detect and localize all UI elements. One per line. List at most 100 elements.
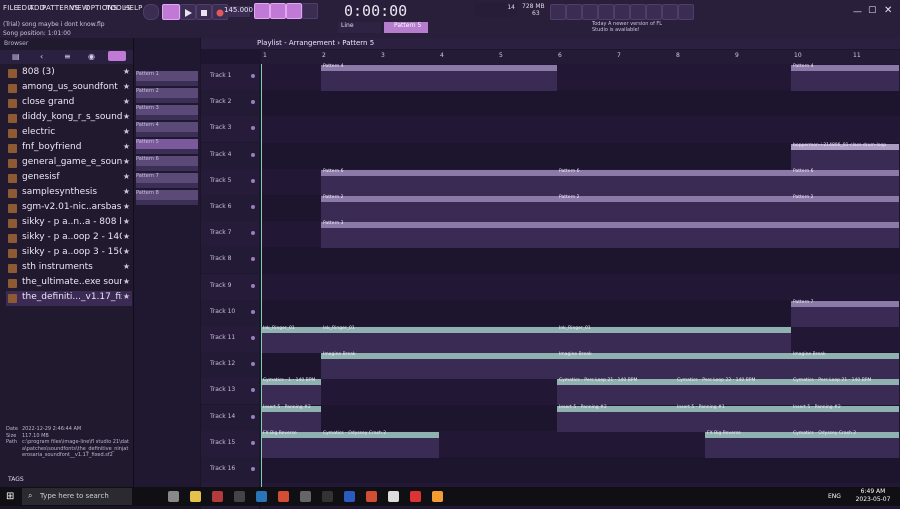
pattern-item[interactable]: Pattern 7 (136, 173, 198, 188)
track-header[interactable]: Track 4 (201, 142, 259, 169)
settings-icon[interactable] (646, 4, 662, 20)
audio-clip[interactable]: FX Big Reverse (261, 431, 321, 458)
pattern-clip[interactable]: Pattern 2 (557, 195, 791, 222)
arrangement-area[interactable]: Pattern 4 Pattern 4 boppermon-i-214806_01-… (261, 64, 900, 509)
fl-studio-icon[interactable] (432, 491, 443, 502)
step-edit-icon[interactable] (270, 3, 286, 19)
tags-label[interactable]: TAGS (8, 476, 24, 483)
automation-clip[interactable]: Insert 5 - Panning #2 (557, 405, 675, 432)
snap-select[interactable]: Line (338, 22, 381, 33)
chrome-icon[interactable] (278, 491, 289, 502)
pattern-clip[interactable]: Pattern 3 (321, 221, 899, 249)
automation-clip[interactable]: Insert 5 - Panning #2 (261, 405, 321, 432)
star-icon[interactable]: ★ (123, 82, 130, 91)
track-header[interactable]: Track 12 (201, 352, 259, 379)
browser-item[interactable]: sikky - p a..oop 2 - 140 bpm★ (6, 231, 132, 246)
audio-clip[interactable]: FX Big Reverse (705, 431, 791, 458)
obs-icon[interactable] (234, 491, 245, 502)
star-icon[interactable]: ★ (123, 247, 130, 256)
audio-clip[interactable]: Cymatics - Perc Loop 21 - 140 BPM (791, 378, 899, 406)
track-header[interactable]: Track 7 (201, 221, 259, 248)
search-icon[interactable]: ◉ (88, 52, 95, 61)
steam-icon[interactable] (256, 491, 267, 502)
playhead[interactable] (261, 64, 262, 488)
pattern-clip[interactable]: Pattern 2 (791, 195, 899, 222)
track-header[interactable]: Track 8 (201, 247, 259, 274)
track-header[interactable]: Track 6 (201, 195, 259, 221)
track-header[interactable]: Track 16 (201, 457, 259, 483)
track-lane[interactable] (261, 116, 900, 143)
star-icon[interactable]: ★ (123, 157, 130, 166)
pattern-select[interactable]: Pattern 5 (384, 22, 428, 33)
audio-clip[interactable]: Ink_Ringer_01 (321, 326, 557, 353)
audio-clip[interactable]: Cymatics - 1 - 140 BPM (261, 378, 321, 406)
maximize-icon[interactable]: ▢ (868, 5, 877, 15)
stop-button[interactable] (196, 4, 212, 20)
arrow-icon[interactable]: ‹ (40, 52, 43, 61)
star-icon[interactable]: ★ (123, 172, 130, 181)
loop-record-icon[interactable] (302, 3, 318, 19)
track-mute-icon[interactable] (251, 178, 255, 183)
star-icon[interactable]: ★ (123, 277, 130, 286)
menu-file[interactable]: FILE (3, 4, 18, 12)
track-header[interactable]: Track 1 (201, 64, 259, 90)
channel-rack-icon[interactable] (662, 4, 678, 20)
star-icon[interactable]: ★ (123, 112, 130, 121)
pattern-clip[interactable]: Pattern 2 (321, 195, 557, 222)
browser-item[interactable]: samplesynthesis ★ (6, 186, 132, 201)
browser-item[interactable]: the_ultimate..exe soundfont★ (6, 276, 132, 291)
browser-item[interactable]: electric ★ (6, 126, 132, 141)
browser-item[interactable]: the_definiti..._v1.17_fixed★ (6, 291, 132, 306)
tempo-display[interactable]: 145.000 (224, 6, 253, 17)
pattern-clip[interactable]: Pattern 6 (557, 169, 791, 196)
folder-icon[interactable]: ▤ (12, 52, 20, 61)
favorites-icon[interactable] (108, 51, 126, 61)
mixer-icon[interactable] (678, 4, 694, 20)
play-button[interactable] (180, 4, 196, 20)
track-lane[interactable] (261, 457, 900, 484)
track-mute-icon[interactable] (251, 283, 255, 288)
track-header[interactable]: Track 13 (201, 378, 259, 405)
pattern-clip[interactable]: Pattern 6 (791, 169, 899, 196)
master-pitch-icon[interactable] (143, 4, 159, 20)
track-lane[interactable] (261, 247, 900, 274)
adobe-icon[interactable] (344, 491, 355, 502)
pattern-clip[interactable]: Pattern 6 (321, 169, 557, 196)
options-icon[interactable]: ≡ (64, 52, 71, 61)
browser-item[interactable]: close grand ★ (6, 96, 132, 111)
chat-icon[interactable] (630, 4, 646, 20)
track-header[interactable]: Track 9 (201, 273, 259, 300)
track-header[interactable]: Track 14 (201, 404, 259, 431)
pattern-item[interactable]: Pattern 4 (136, 122, 198, 137)
track-mute-icon[interactable] (251, 74, 255, 78)
audio-clip[interactable]: Cymatics - Perc Loop 21 - 140 BPM (557, 378, 675, 406)
file-explorer-icon[interactable] (190, 491, 201, 502)
news-panel[interactable]: Today A newer version of FL Studio is av… (592, 21, 664, 33)
track-header[interactable]: Track 3 (201, 116, 259, 143)
language-indicator[interactable]: ENG (828, 493, 841, 500)
browser-item[interactable]: sth instruments ★ (6, 261, 132, 276)
browser-item[interactable]: fnf_boyfriend ★ (6, 141, 132, 156)
star-icon[interactable]: ★ (123, 262, 130, 271)
track-header[interactable]: Track 15 (201, 430, 259, 457)
chrome-icon[interactable] (366, 491, 377, 502)
windows-start-icon[interactable]: ⊞ (6, 491, 14, 502)
notepad-icon[interactable] (300, 491, 311, 502)
menu-help[interactable]: HELP (124, 4, 143, 12)
star-icon[interactable]: ★ (123, 142, 130, 151)
audio-clip[interactable]: Imagine Break (321, 352, 557, 380)
star-icon[interactable]: ★ (123, 217, 130, 226)
track-lane[interactable] (261, 273, 900, 300)
star-icon[interactable]: ★ (123, 67, 130, 76)
track-header[interactable]: Track 10 (201, 299, 259, 326)
track-mute-icon[interactable] (251, 309, 255, 314)
pattern-item[interactable]: Pattern 5 (136, 139, 198, 154)
track-mute-icon[interactable] (251, 152, 255, 157)
track-header[interactable]: Track 2 (201, 90, 259, 117)
audio-clip[interactable]: Ink_Ringer_01 (261, 326, 321, 353)
timeline-ruler[interactable]: 1 2 3 4 5 6 7 8 9 10 11 (261, 50, 900, 64)
countdown-icon[interactable] (286, 3, 302, 19)
minimize-icon[interactable]: — (853, 7, 862, 17)
audio-clip[interactable]: Cymatics - Odyssey Crash 2 (321, 431, 439, 458)
audio-clip[interactable]: Ink_Ringer_01 (557, 326, 791, 353)
